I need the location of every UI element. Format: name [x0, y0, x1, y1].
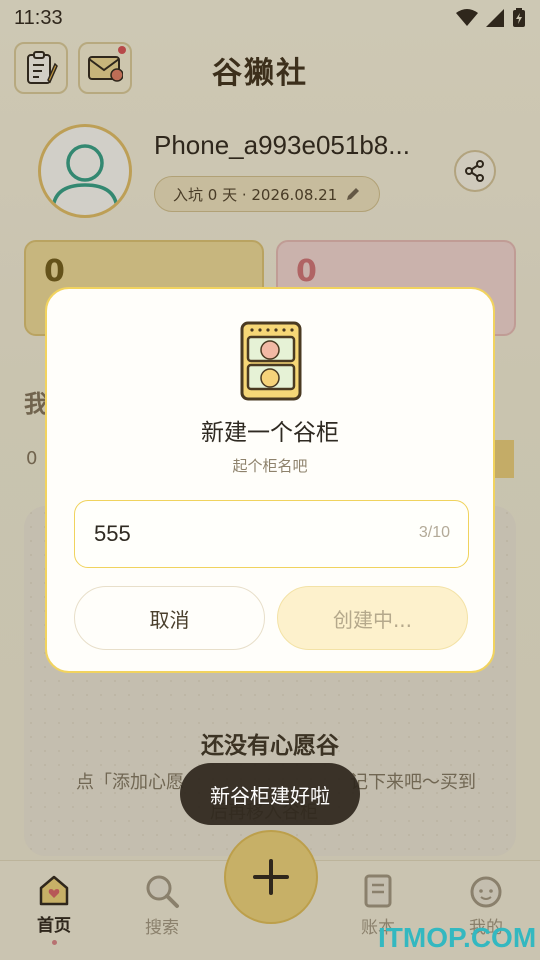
- cabinet-name-input[interactable]: 555 3/10: [74, 500, 469, 568]
- dialog-subtitle: 起个柜名吧: [232, 457, 308, 475]
- char-counter: 3/10: [418, 524, 450, 541]
- create-button[interactable]: 创建中...: [277, 586, 468, 650]
- dialog-title: 新建一个谷柜: [201, 420, 339, 446]
- cabinet-icon: [240, 321, 302, 401]
- create-cabinet-dialog: 新建一个谷柜 起个柜名吧 555 3/10 取消 创建中...: [45, 287, 495, 673]
- watermark: ITMOP.COM: [378, 922, 537, 953]
- cancel-button[interactable]: 取消: [74, 586, 265, 650]
- toast-message: 新谷柜建好啦: [180, 763, 360, 825]
- input-value: 555: [94, 521, 131, 546]
